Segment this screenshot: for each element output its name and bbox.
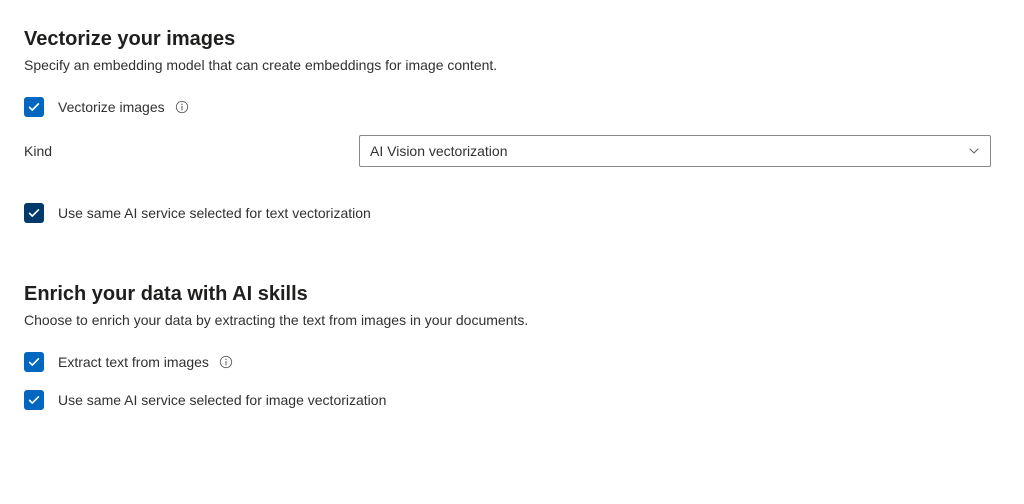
info-icon[interactable] <box>219 355 233 369</box>
enrich-title: Enrich your data with AI skills <box>24 283 1000 306</box>
chevron-down-icon <box>968 145 980 157</box>
checkmark-icon <box>27 393 41 407</box>
same-ai-text-row: Use same AI service selected for text ve… <box>24 203 1000 223</box>
extract-text-row: Extract text from images <box>24 352 1000 372</box>
checkmark-icon <box>27 206 41 220</box>
extract-text-label: Extract text from images <box>58 354 209 370</box>
same-ai-image-label: Use same AI service selected for image v… <box>58 392 386 408</box>
vectorize-description: Specify an embedding model that can crea… <box>24 57 1000 73</box>
same-ai-text-label: Use same AI service selected for text ve… <box>58 205 371 221</box>
same-ai-image-row: Use same AI service selected for image v… <box>24 390 1000 410</box>
vectorize-images-checkbox[interactable] <box>24 97 44 117</box>
enrich-data-section: Enrich your data with AI skills Choose t… <box>24 283 1000 410</box>
extract-text-checkbox[interactable] <box>24 352 44 372</box>
checkmark-icon <box>27 100 41 114</box>
kind-row: Kind AI Vision vectorization <box>24 135 1000 167</box>
vectorize-images-section: Vectorize your images Specify an embeddi… <box>24 28 1000 223</box>
info-icon[interactable] <box>175 100 189 114</box>
vectorize-title: Vectorize your images <box>24 28 1000 51</box>
kind-label: Kind <box>24 143 359 159</box>
kind-select-value: AI Vision vectorization <box>370 143 507 159</box>
vectorize-images-label: Vectorize images <box>58 99 165 115</box>
vectorize-images-row: Vectorize images <box>24 97 1000 117</box>
checkmark-icon <box>27 355 41 369</box>
kind-select[interactable]: AI Vision vectorization <box>359 135 991 167</box>
enrich-description: Choose to enrich your data by extracting… <box>24 312 1000 328</box>
same-ai-text-checkbox[interactable] <box>24 203 44 223</box>
same-ai-image-checkbox[interactable] <box>24 390 44 410</box>
